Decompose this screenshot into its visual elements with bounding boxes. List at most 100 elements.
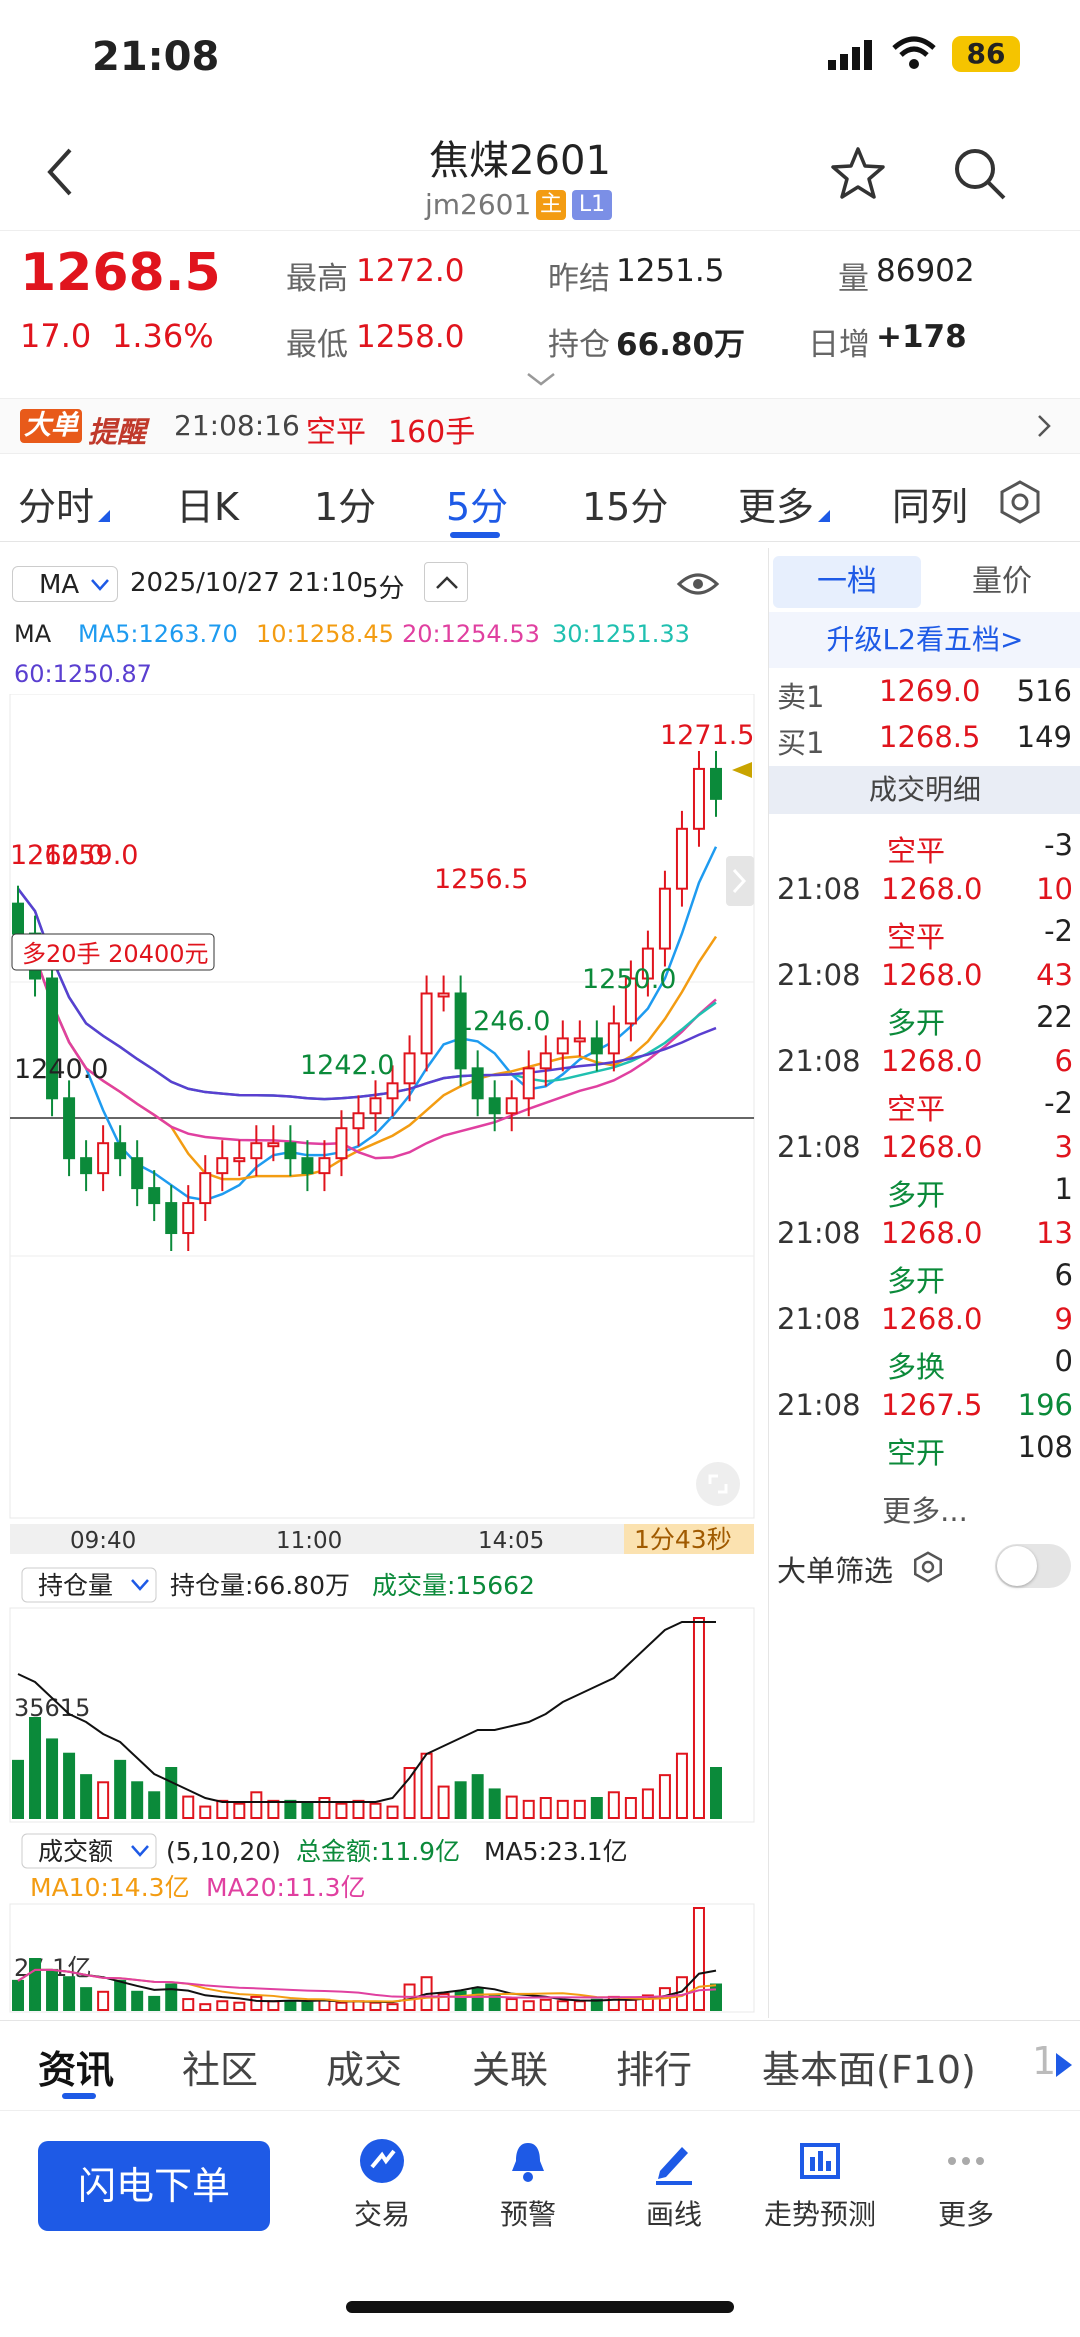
candlestick-chart[interactable]: 1271.5 1260.0 1259.0 1256.5 1250.0 1246.… xyxy=(0,694,765,2018)
volume-bar xyxy=(114,1759,127,1820)
ma30-value: 30:1251.33 xyxy=(552,620,690,648)
low-mark: 1240.0 xyxy=(14,1054,108,1085)
trade-row: 21:08 1268.0 13 多开 6 xyxy=(769,1216,1080,1302)
candles xyxy=(12,750,722,1251)
trade-volume: 43 xyxy=(1036,958,1073,992)
volume-bar xyxy=(97,1781,110,1820)
trend-forecast-button[interactable]: 走势预测 xyxy=(750,2129,890,2233)
trade-oi-change: -2 xyxy=(1044,914,1073,948)
volume-bar xyxy=(233,1802,246,1819)
tab-deals[interactable]: 成交 xyxy=(326,2039,402,2094)
draw-line-button[interactable]: 画线 xyxy=(604,2129,744,2233)
fullscreen-icon[interactable] xyxy=(696,1462,740,1506)
bottom-toolbar: 闪电下单 交易 预警 画线 走势预测 更多 xyxy=(0,2110,1080,2337)
order-book-panel: 一档 量价 升级L2看五档> 卖1 1269.0 516 买1 1268.5 1… xyxy=(768,548,1080,2018)
trade-volume: 5 xyxy=(1055,814,1073,820)
flash-order-button[interactable]: 闪电下单 xyxy=(38,2141,270,2231)
star-icon[interactable] xyxy=(828,144,888,208)
tab-ranking[interactable]: 排行 xyxy=(616,2039,692,2094)
expand-chevron-icon[interactable] xyxy=(526,371,556,391)
tab-fundamentals[interactable]: 基本面(F10) xyxy=(762,2039,976,2094)
volume-bar xyxy=(539,1797,552,1819)
tab-related[interactable]: 关联 xyxy=(472,2039,548,2094)
trade-icon xyxy=(360,2139,404,2183)
status-bar: 21:08 86 xyxy=(0,0,1080,120)
tab-5min[interactable]: 5分 xyxy=(446,476,508,531)
upgrade-l2-link[interactable]: 升级L2看五档> xyxy=(769,612,1080,668)
wifi-icon xyxy=(892,36,936,74)
scroll-right-icon[interactable] xyxy=(1052,2051,1074,2079)
indicator-select[interactable]: MA xyxy=(12,566,118,602)
candle-body xyxy=(131,1157,144,1190)
oi-select-label: 持仓量 xyxy=(38,1571,113,1600)
trade-price: 1268.0 xyxy=(881,872,983,906)
tab-same-list[interactable]: 同列 xyxy=(892,476,968,531)
volume-bar xyxy=(488,1788,501,1820)
trade-price: 1267.5 xyxy=(881,1388,983,1422)
buy1-qty: 149 xyxy=(1016,720,1072,754)
trade-time: 21:08 xyxy=(777,872,861,906)
volume-bar xyxy=(80,1774,93,1819)
tab-news[interactable]: 资讯 xyxy=(38,2039,114,2094)
more-button[interactable]: 更多 xyxy=(896,2129,1036,2233)
trade-time: 21:08 xyxy=(777,1044,861,1078)
candle-body xyxy=(607,1022,620,1055)
tab-intraday[interactable]: 分时 xyxy=(18,476,94,531)
amount-bar xyxy=(284,2000,297,2012)
volume-bar xyxy=(199,1805,212,1819)
time-label-a: 09:40 xyxy=(70,1528,136,1554)
alert-type: 空平 xyxy=(306,415,366,450)
volume-bar xyxy=(352,1799,365,1820)
candle-body xyxy=(488,1097,501,1115)
tab-community[interactable]: 社区 xyxy=(182,2039,258,2094)
trade-time: 21:08 xyxy=(777,958,861,992)
high-label: 最高 xyxy=(286,261,348,297)
candle-body xyxy=(692,767,705,830)
volume-bar xyxy=(29,1717,42,1819)
search-icon[interactable] xyxy=(950,144,1010,208)
volume-bar xyxy=(675,1752,688,1819)
high-mark: 1271.5 xyxy=(660,720,754,751)
trade-type: 空平 xyxy=(887,1092,946,1126)
trade-time: 21:08 xyxy=(777,1130,861,1164)
tab-daily-k[interactable]: 日K xyxy=(176,476,239,531)
tab-15min[interactable]: 15分 xyxy=(582,476,668,531)
chart-datetime: 2025/10/27 21:10 xyxy=(130,568,364,598)
price-change: 17.0 xyxy=(20,317,92,355)
settings-hexagon-icon[interactable] xyxy=(996,478,1044,530)
indicator-select-label: MA xyxy=(39,570,80,600)
tab-level1[interactable]: 一档 xyxy=(773,556,921,608)
chart-area[interactable]: MA 2025/10/27 21:10 5分 MA MA5:1263.70 10… xyxy=(0,548,765,2018)
trade-detail-header: 成交明细 xyxy=(769,766,1080,814)
more-trades-link[interactable]: 更多... xyxy=(769,1488,1080,1530)
chevron-down-icon xyxy=(91,579,109,591)
trade-time: 21:08 xyxy=(777,1388,861,1422)
bell-icon xyxy=(512,2143,544,2182)
volume-bar xyxy=(658,1774,671,1819)
scroll-handle[interactable] xyxy=(726,856,754,906)
tab-more[interactable]: 更多 xyxy=(738,476,814,531)
collapse-up-icon[interactable] xyxy=(424,562,468,602)
amount-bar xyxy=(63,1976,76,2011)
volume-bar xyxy=(692,1617,705,1819)
amount-bar xyxy=(369,2001,382,2011)
tab-intraday-caret-icon xyxy=(98,510,110,522)
candle-body xyxy=(199,1172,212,1205)
amount-bar xyxy=(12,1979,24,2012)
volume-bar xyxy=(165,1767,178,1819)
big-order-alert[interactable]: 大单 提醒 21:08:16 空平 160手 xyxy=(0,398,1080,454)
tab-volume-price[interactable]: 量价 xyxy=(929,556,1075,608)
volume-value-label: 成交量:15662 xyxy=(372,1571,535,1600)
alert-button[interactable]: 预警 xyxy=(458,2129,598,2233)
volume-bar xyxy=(335,1802,348,1819)
trade-list[interactable]: 21:081268.05空平-321:081268.010空平-221:0812… xyxy=(769,814,1080,1466)
trade-row: 21:08 1268.0 3 多开 1 xyxy=(769,1130,1080,1216)
eye-icon[interactable] xyxy=(676,566,720,606)
trade-button[interactable]: 交易 xyxy=(312,2129,452,2233)
trade-price: 1268.0 xyxy=(881,814,982,820)
filter-settings-icon[interactable] xyxy=(911,1550,945,1588)
tab-1min[interactable]: 1分 xyxy=(314,476,376,531)
big-order-filter-toggle[interactable] xyxy=(995,1544,1071,1588)
alert-tag: 大单 xyxy=(20,409,82,443)
low-label: 最低 xyxy=(286,327,348,363)
